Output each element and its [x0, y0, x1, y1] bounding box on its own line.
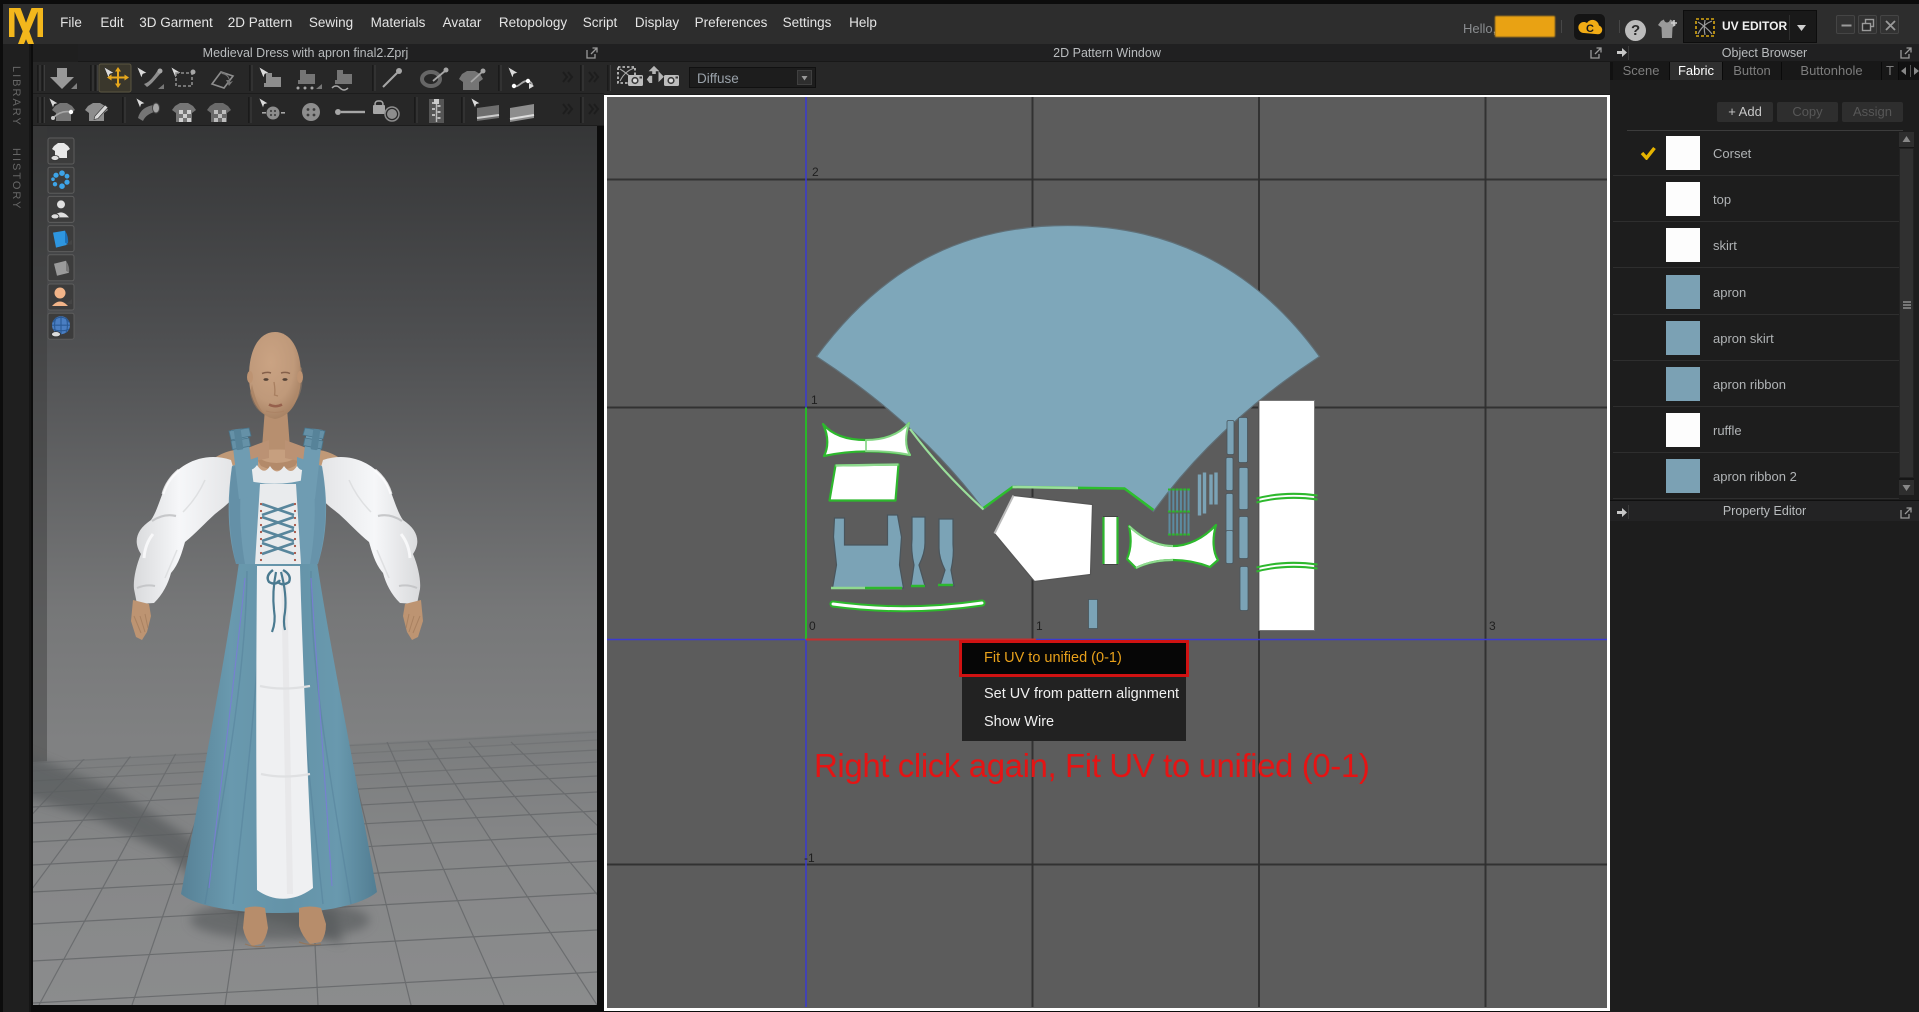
svg-text:1: 1: [1036, 619, 1043, 633]
svg-text:2: 2: [812, 165, 819, 179]
svg-text:-1: -1: [804, 851, 815, 865]
svg-text:0: 0: [809, 619, 816, 633]
svg-text:3: 3: [1489, 619, 1496, 633]
svg-text:1: 1: [811, 393, 818, 407]
svg-text:C: C: [1586, 23, 1594, 35]
